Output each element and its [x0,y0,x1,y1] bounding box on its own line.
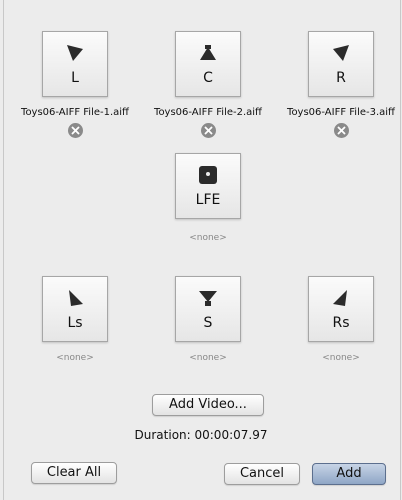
close-icon [337,126,346,135]
channel-tile-R[interactable]: R [308,31,374,97]
channel-file-name-R: Toys06-AIFF File-3.aiff [287,107,395,118]
channel-label: C [203,70,213,86]
speaker-surround-icon [176,286,240,310]
channel-file-name-Ls: <none> [56,353,94,363]
close-icon [71,126,80,135]
channel-tile-S[interactable]: S [175,276,241,342]
add-video-button[interactable]: Add Video... [152,394,264,416]
channel-label: Rs [332,315,350,331]
channel-tile-Ls[interactable]: Ls [42,276,108,342]
channel-tile-LFE[interactable]: LFE [175,153,241,219]
channel-label: L [71,70,79,86]
channel-file-name-C: Toys06-AIFF File-2.aiff [154,107,262,118]
channel-tile-C[interactable]: C [175,31,241,97]
cancel-button[interactable]: Cancel [224,463,300,485]
clear-all-button[interactable]: Clear All [31,462,117,484]
remove-file-C-button[interactable] [201,123,216,138]
channel-file-name-L: Toys06-AIFF File-1.aiff [21,107,129,118]
subwoofer-icon [176,163,240,187]
channel-label: Ls [67,315,83,331]
channel-file-name-Rs: <none> [322,353,360,363]
speaker-right-icon [309,41,373,65]
remove-file-R-button[interactable] [334,123,349,138]
remove-file-L-button[interactable] [68,123,83,138]
duration-label: Duration: 00:00:07.97 [134,428,268,442]
channel-file-name-LFE: <none> [189,233,227,243]
channel-tile-L[interactable]: L [42,31,108,97]
channel-file-name-S: <none> [189,353,227,363]
channel-label: LFE [195,192,221,208]
speaker-center-icon [176,41,240,65]
add-button[interactable]: Add [312,463,386,485]
channel-label: R [336,70,346,86]
channel-tile-Rs[interactable]: Rs [308,276,374,342]
close-icon [204,126,213,135]
channel-label: S [203,315,213,331]
speaker-right-surround-icon [309,286,373,310]
speaker-left-surround-icon [43,286,107,310]
speaker-left-icon [43,41,107,65]
